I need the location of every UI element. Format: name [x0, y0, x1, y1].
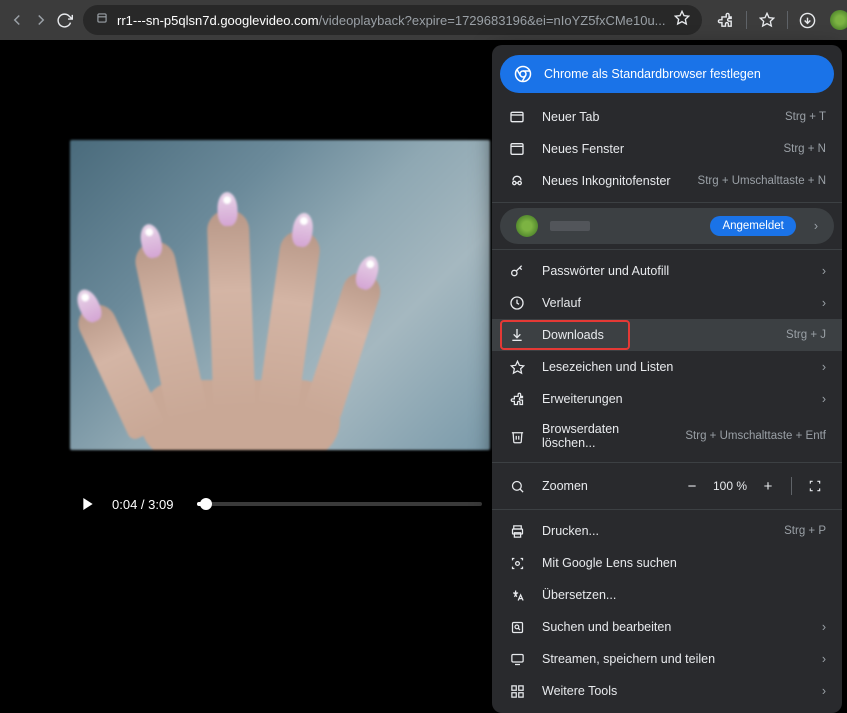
extension-avatar-icon[interactable]	[826, 6, 847, 34]
chevron-right-icon: ›	[822, 360, 826, 374]
menu-history[interactable]: Verlauf ›	[492, 287, 842, 319]
menu-new-tab[interactable]: Neuer Tab Strg + T	[492, 101, 842, 133]
browser-toolbar: rr1---sn-p5qlsn7d.googlevideo.com/videop…	[0, 0, 847, 40]
incognito-icon	[508, 172, 526, 190]
divider	[492, 202, 842, 203]
site-info-icon[interactable]	[95, 11, 109, 30]
divider	[492, 462, 842, 463]
find-icon	[508, 618, 526, 636]
key-icon	[508, 262, 526, 280]
chevron-right-icon: ›	[822, 620, 826, 634]
menu-more-tools[interactable]: Weitere Tools ›	[492, 675, 842, 707]
play-button[interactable]	[78, 494, 98, 514]
page-content: 0:04 / 3:09 Chrome als Standardbrowser f…	[0, 40, 847, 544]
forward-button	[32, 6, 50, 34]
print-icon	[508, 522, 526, 540]
new-tab-icon	[508, 108, 526, 126]
default-browser-banner[interactable]: Chrome als Standardbrowser festlegen	[500, 55, 834, 93]
toolbar-actions	[712, 4, 847, 36]
menu-profile[interactable]: Angemeldet ›	[500, 208, 834, 244]
star-icon	[508, 358, 526, 376]
menu-print[interactable]: Drucken... Strg + P	[492, 515, 842, 547]
chevron-right-icon: ›	[814, 219, 818, 233]
address-bar[interactable]: rr1---sn-p5qlsn7d.googlevideo.com/videop…	[83, 5, 702, 35]
trash-icon	[508, 427, 526, 445]
separator	[791, 477, 792, 495]
separator	[746, 11, 747, 29]
tools-icon	[508, 682, 526, 700]
download-icon	[508, 326, 526, 344]
chevron-right-icon: ›	[822, 684, 826, 698]
chevron-right-icon: ›	[822, 296, 826, 310]
back-button[interactable]	[8, 6, 26, 34]
menu-new-window[interactable]: Neues Fenster Strg + N	[492, 133, 842, 165]
history-icon	[508, 294, 526, 312]
menu-lens[interactable]: Mit Google Lens suchen	[492, 547, 842, 579]
menu-downloads[interactable]: Downloads Strg + J	[492, 319, 842, 351]
menu-passwords[interactable]: Passwörter und Autofill ›	[492, 255, 842, 287]
separator	[787, 11, 788, 29]
cast-icon	[508, 650, 526, 668]
download-icon[interactable]	[794, 6, 822, 34]
profile-name-redacted	[550, 221, 590, 231]
menu-extensions[interactable]: Erweiterungen ›	[492, 383, 842, 415]
zoom-value: 100 %	[713, 479, 747, 493]
divider	[492, 249, 842, 250]
video-time: 0:04 / 3:09	[112, 497, 173, 512]
banner-text: Chrome als Standardbrowser festlegen	[544, 67, 761, 81]
chevron-right-icon: ›	[822, 652, 826, 666]
menu-zoom: Zoomen − 100 % +	[492, 468, 842, 504]
zoom-out-button[interactable]: −	[681, 475, 703, 497]
menu-cast[interactable]: Streamen, speichern und teilen ›	[492, 643, 842, 675]
menu-clear-data[interactable]: Browserdaten löschen... Strg + Umschaltt…	[492, 415, 842, 457]
reload-button[interactable]	[56, 6, 73, 34]
chevron-right-icon: ›	[822, 392, 826, 406]
star-icon[interactable]	[674, 10, 690, 31]
url-text: rr1---sn-p5qlsn7d.googlevideo.com/videop…	[117, 13, 666, 28]
puzzle-icon	[508, 390, 526, 408]
extensions-icon[interactable]	[712, 6, 740, 34]
avatar	[516, 215, 538, 237]
chevron-right-icon: ›	[822, 264, 826, 278]
menu-bookmarks[interactable]: Lesezeichen und Listen ›	[492, 351, 842, 383]
menu-find-edit[interactable]: Suchen und bearbeiten ›	[492, 611, 842, 643]
progress-bar[interactable]	[197, 502, 482, 506]
divider	[492, 509, 842, 510]
chrome-icon	[514, 65, 532, 83]
bookmark-outline-icon[interactable]	[753, 6, 781, 34]
zoom-icon	[508, 477, 526, 495]
new-window-icon	[508, 140, 526, 158]
zoom-controls: − 100 % +	[681, 475, 826, 497]
translate-icon	[508, 586, 526, 604]
zoom-in-button[interactable]: +	[757, 475, 779, 497]
lens-icon	[508, 554, 526, 572]
menu-new-incognito[interactable]: Neues Inkognitofenster Strg + Umschaltta…	[492, 165, 842, 197]
signed-in-badge: Angemeldet	[710, 216, 795, 236]
video-player[interactable]	[70, 140, 490, 450]
chrome-menu: Chrome als Standardbrowser festlegen Neu…	[492, 45, 842, 713]
video-controls: 0:04 / 3:09	[70, 494, 490, 514]
fullscreen-button[interactable]	[804, 475, 826, 497]
menu-translate[interactable]: Übersetzen...	[492, 579, 842, 611]
